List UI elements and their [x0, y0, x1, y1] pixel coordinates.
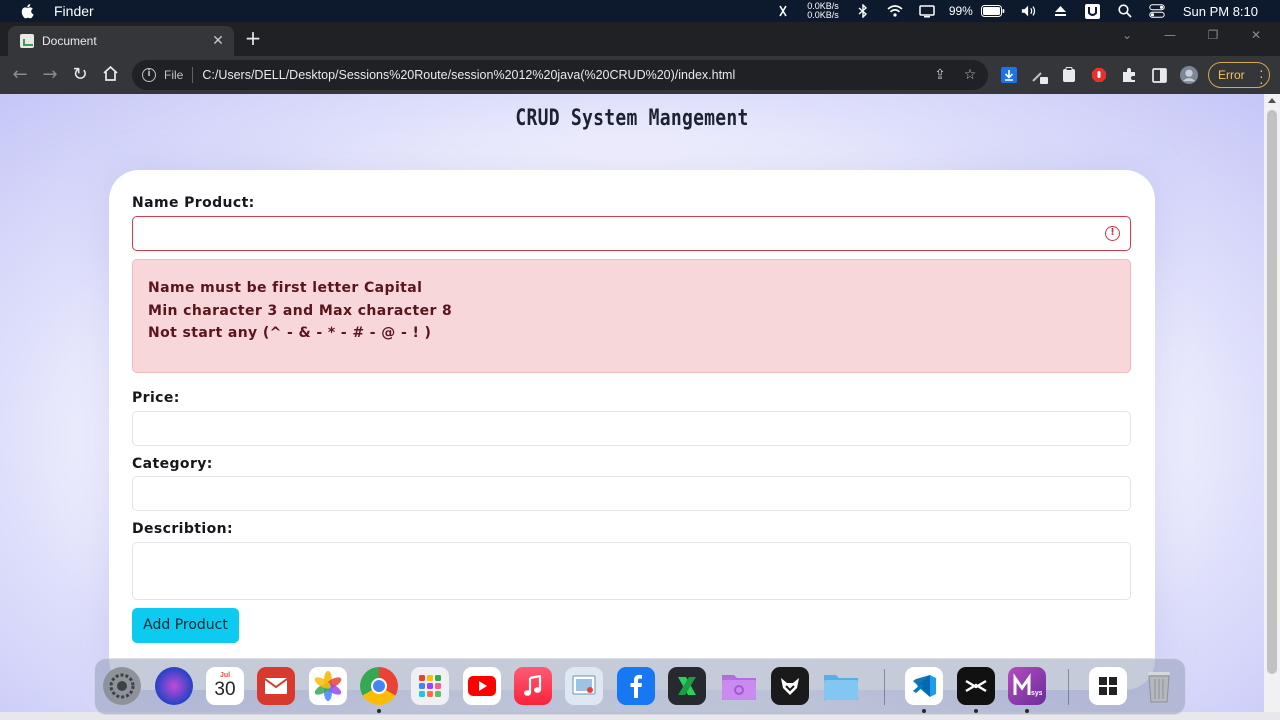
spotlight-search-icon[interactable]	[1117, 4, 1133, 18]
scroll-up-arrow-icon[interactable]	[1268, 98, 1276, 103]
category-input[interactable]	[132, 476, 1131, 511]
bookmark-star-icon[interactable]: ☆	[962, 67, 978, 83]
calendar-day: 30	[214, 679, 236, 700]
running-indicator	[922, 709, 926, 713]
battery-percentage[interactable]: 99%	[949, 4, 973, 18]
launchpad-icon[interactable]	[411, 667, 449, 705]
system-preferences-icon[interactable]	[103, 667, 141, 705]
favicon-icon	[20, 34, 34, 48]
network-speed[interactable]: 0.0KB/s 0.0KB/s	[807, 2, 839, 20]
apple-icon[interactable]	[20, 3, 34, 19]
youtube-icon[interactable]	[463, 667, 501, 705]
menu-bar: Finder 0.0KB/s 0.0KB/s 99% Sun PM 8:10	[0, 0, 1280, 22]
name-input[interactable]: !	[132, 216, 1131, 251]
browser-toolbar: ← → ↻ i File C:/Users/DELL/Desktop/Sessi…	[0, 56, 1280, 94]
siri-icon[interactable]	[155, 667, 193, 705]
folder-purple-icon[interactable]	[720, 667, 758, 705]
calendar-icon[interactable]: Jul 30	[206, 667, 244, 705]
tab-search-chevron-icon[interactable]: ⌄	[1117, 28, 1137, 42]
display-icon[interactable]	[919, 4, 935, 18]
battery-icon[interactable]	[980, 4, 1005, 18]
capcut-icon[interactable]	[957, 667, 995, 705]
product-form-card: Name Product: ! Name must be first lette…	[109, 170, 1155, 690]
eyedropper-extension-icon[interactable]	[1030, 66, 1048, 84]
active-app-name[interactable]: Finder	[54, 3, 94, 19]
tab-document[interactable]: Document ✕	[8, 26, 234, 56]
tab-title: Document	[42, 34, 97, 48]
site-info-icon[interactable]: i	[142, 68, 156, 82]
back-icon[interactable]: ←	[10, 65, 30, 85]
new-tab-icon[interactable]: +	[244, 28, 262, 48]
page-title: CRUD System Mangement	[515, 106, 749, 131]
msys-icon[interactable]: sys	[1008, 667, 1046, 705]
url-scheme-label: File	[164, 68, 184, 82]
facebook-icon[interactable]	[617, 667, 655, 705]
preview-icon[interactable]	[565, 667, 603, 705]
menu-clock[interactable]: Sun PM 8:10	[1183, 4, 1258, 19]
close-tab-icon[interactable]: ✕	[210, 33, 226, 49]
spreadsheet-app-icon[interactable]	[668, 667, 706, 705]
bluetooth-icon[interactable]	[855, 4, 871, 18]
music-icon[interactable]	[514, 667, 552, 705]
wifi-icon[interactable]	[887, 4, 903, 18]
side-panel-icon[interactable]	[1150, 66, 1168, 84]
user-menu-icon[interactable]	[1085, 3, 1101, 19]
running-indicator	[974, 709, 978, 713]
chrome-icon[interactable]	[360, 667, 398, 705]
address-bar[interactable]: i File C:/Users/DELL/Desktop/Sessions%20…	[132, 60, 988, 90]
description-textarea[interactable]	[132, 542, 1131, 600]
windows-icon[interactable]	[1089, 667, 1127, 705]
close-window-icon[interactable]: ✕	[1246, 28, 1266, 42]
dock-divider	[884, 669, 885, 705]
adblock-extension-icon[interactable]	[1090, 66, 1108, 84]
trash-icon[interactable]	[1140, 667, 1178, 705]
forward-icon[interactable]: →	[40, 65, 60, 85]
folder-blue-icon[interactable]	[822, 667, 860, 705]
running-indicator	[1025, 709, 1029, 713]
foxit-reader-icon[interactable]	[771, 667, 809, 705]
profile-avatar[interactable]	[1180, 66, 1198, 84]
price-input[interactable]	[132, 411, 1131, 446]
category-label: Category:	[132, 456, 213, 472]
price-label: Price:	[132, 390, 180, 406]
net-down-speed: 0.0KB/s	[807, 10, 839, 20]
mail-app-icon[interactable]	[257, 667, 295, 705]
address-separator	[192, 67, 194, 83]
kebab-menu-icon[interactable]: · · ·	[1259, 63, 1264, 89]
scrollbar-thumb[interactable]	[1267, 110, 1277, 674]
validation-rule: Name must be first letter Capital	[148, 280, 423, 296]
dock: Jul 30 sys	[94, 658, 1186, 715]
eject-icon[interactable]	[1053, 4, 1069, 18]
browser-tab-strip: Document ✕	[0, 22, 1280, 56]
svg-text:sys: sys	[1031, 690, 1042, 697]
profile-error-label: Error	[1218, 68, 1245, 82]
reload-icon[interactable]: ↻	[70, 65, 90, 85]
photos-icon[interactable]	[309, 667, 347, 705]
page-scrollbar[interactable]	[1264, 94, 1280, 720]
url-text[interactable]: C:/Users/DELL/Desktop/Sessions%20Route/s…	[202, 68, 735, 82]
running-indicator	[377, 709, 381, 713]
profile-error-button[interactable]: Error · · ·	[1208, 62, 1270, 89]
share-icon[interactable]: ⇪	[932, 67, 948, 83]
restore-window-icon[interactable]: ❐	[1203, 28, 1223, 42]
page-viewport: CRUD System Mangement Name Product: ! Na…	[0, 94, 1264, 720]
add-product-button[interactable]: Add Product	[132, 608, 239, 643]
name-validation-alert: Name must be first letter Capital Min ch…	[132, 259, 1131, 373]
vscode-icon[interactable]	[905, 667, 943, 705]
control-center-icon[interactable]	[1149, 4, 1165, 18]
extensions-puzzle-icon[interactable]	[1120, 66, 1138, 84]
sync-icon[interactable]	[775, 4, 791, 18]
description-label: Describtion:	[132, 521, 233, 537]
clipboard-extension-icon[interactable]	[1060, 66, 1078, 84]
name-label: Name Product:	[132, 195, 255, 211]
home-icon[interactable]	[100, 65, 120, 85]
dock-divider	[1068, 669, 1069, 705]
volume-icon[interactable]	[1021, 4, 1037, 18]
validation-rule: Min character 3 and Max character 8	[148, 302, 453, 319]
validation-rule: Not start any (^ - & - * - # - @ - ! )	[148, 325, 432, 341]
invalid-alert-icon: !	[1105, 226, 1120, 241]
download-extension-icon[interactable]	[1000, 66, 1018, 84]
minimize-window-icon[interactable]: —	[1160, 28, 1180, 42]
